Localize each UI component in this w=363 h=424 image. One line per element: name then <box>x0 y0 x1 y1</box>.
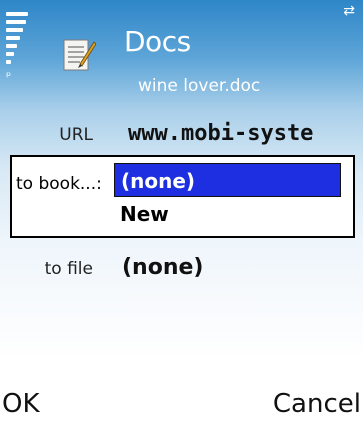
bookmark-option-none[interactable]: (none) <box>114 163 341 197</box>
bookmark-option-new[interactable]: New <box>114 197 341 231</box>
connection-icon: ⇄ <box>343 3 355 19</box>
file-label: to file <box>44 259 93 279</box>
url-value[interactable]: www.mobi-syste <box>128 121 313 147</box>
document-edit-icon <box>62 34 97 74</box>
signal-strength-icon <box>6 12 28 72</box>
file-value[interactable]: (none) <box>122 255 203 281</box>
url-label: URL <box>59 125 93 145</box>
page-title: Docs <box>124 25 191 58</box>
ok-softkey[interactable]: OK <box>2 388 40 420</box>
phone-screen: ᵖ ⇄ Docs wine lover.doc URL www.mobi-sys… <box>0 0 363 424</box>
bookmark-popup[interactable]: to book...: (none) New <box>10 155 355 238</box>
antenna-icon: ᵖ <box>6 69 12 83</box>
document-name: wine lover.doc <box>138 76 261 96</box>
cancel-softkey[interactable]: Cancel <box>273 388 361 420</box>
bookmark-label: to book...: <box>16 174 102 194</box>
